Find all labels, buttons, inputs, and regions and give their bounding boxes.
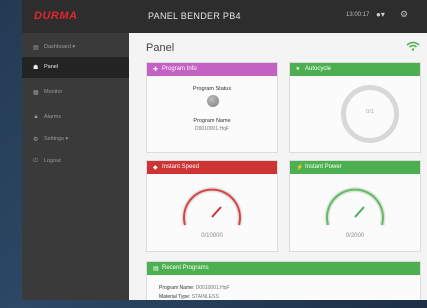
list-icon: ▤ <box>153 266 159 272</box>
instant-speed-card: ◆ Instant Speed 0/10000 <box>146 160 278 252</box>
sidebar-item-label: Monitor <box>44 89 63 95</box>
recent-programs-card: ▤ Recent Programs Program Name: D0010001… <box>146 261 421 300</box>
program-info-card: ✚ Program Info Program Status Program Na… <box>146 62 278 153</box>
sidebar-item-settings[interactable]: ⚙ Settings ▾ <box>22 129 129 150</box>
power-gauge <box>324 187 386 226</box>
instant-speed-value: 0/10000 <box>201 233 223 239</box>
card-title: Instant Speed <box>162 164 200 170</box>
sidebar: ▤ Dashboard ▾ ☗ Panel ▦ Monitor ▲ Alarms… <box>22 33 129 300</box>
user-menu-button[interactable]: ●▾ <box>376 10 385 19</box>
sidebar-item-label: Alarms <box>44 114 62 120</box>
recent-programs-header: ▤ Recent Programs <box>147 262 420 275</box>
wifi-icon <box>406 41 420 51</box>
gear-icon: ⚙ <box>33 137 39 143</box>
power-gauge-needle <box>354 206 365 218</box>
instant-power-header: ⚡ Instant Power <box>290 161 420 174</box>
sidebar-item-label: Logout <box>44 158 61 164</box>
speed-gauge-track <box>181 187 243 226</box>
autocycle-value: 0/1 <box>366 109 374 115</box>
autocycle-header: ● Autocycle <box>290 63 420 76</box>
sidebar-item-label: Panel <box>44 64 59 70</box>
circle-icon: ● <box>296 66 300 72</box>
autocycle-card: ● Autocycle 0/1 <box>289 62 421 153</box>
recent-name-label: Program Name: <box>159 285 195 291</box>
recent-material-value: STAINLESS <box>191 294 219 300</box>
speed-gauge <box>181 187 243 226</box>
info-icon: ✚ <box>153 67 159 73</box>
brand-logo: DURMA <box>34 10 78 22</box>
recent-name-value: D0010001.HqF <box>195 285 230 291</box>
dashboard-icon: ▤ <box>33 45 39 51</box>
recent-program-name: Program Name: D0010001.HqF <box>159 285 230 291</box>
speed-icon: ◆ <box>153 165 158 171</box>
sidebar-item-label: Dashboard ▾ <box>44 44 76 50</box>
program-name-label: Program Name <box>193 118 231 124</box>
sidebar-item-label: Settings ▾ <box>44 136 69 142</box>
warning-icon: ▲ <box>33 114 39 120</box>
bolt-icon: ⚡ <box>296 165 304 171</box>
card-title: Program Info <box>162 66 197 72</box>
main-content: Panel ✚ Program Info Program Status Prog… <box>129 33 427 300</box>
gear-icon[interactable]: ⚙ <box>400 9 408 20</box>
hmi-screen: DURMA PANEL BENDER PB4 13:00:17 ●▾ ⚙ ▤ D… <box>22 0 427 300</box>
instant-power-value: 0/2000 <box>345 233 365 239</box>
sidebar-item-dashboard[interactable]: ▤ Dashboard ▾ <box>22 37 129 58</box>
program-status-indicator <box>207 95 219 107</box>
chevron-down-icon: ▾ <box>380 10 385 19</box>
power-gauge-track <box>324 187 386 226</box>
home-icon: ☗ <box>33 65 39 71</box>
top-bar: DURMA PANEL BENDER PB4 13:00:17 ●▾ ⚙ <box>22 0 427 33</box>
program-info-header: ✚ Program Info <box>147 63 277 76</box>
sidebar-item-logout[interactable]: ⏻ Logout <box>22 151 129 172</box>
page-title: Panel <box>146 42 175 54</box>
recent-material-type: Material Type: STAINLESS <box>159 294 219 300</box>
program-name-value: D0010001.HqF <box>195 126 229 132</box>
recent-material-label: Material Type: <box>159 294 191 300</box>
speed-gauge-needle <box>211 206 222 218</box>
sidebar-item-monitor[interactable]: ▦ Monitor <box>22 82 129 103</box>
program-status-label: Program Status <box>192 86 232 92</box>
clock-readout: 13:00:17 <box>346 12 370 18</box>
card-title: Instant Power <box>305 164 342 170</box>
sidebar-item-alarms[interactable]: ▲ Alarms <box>22 107 129 128</box>
app-title: PANEL BENDER PB4 <box>148 11 241 21</box>
instant-power-card: ⚡ Instant Power 0/2000 <box>289 160 421 252</box>
card-title: Recent Programs <box>162 265 209 271</box>
instant-speed-header: ◆ Instant Speed <box>147 161 277 174</box>
sidebar-item-panel[interactable]: ☗ Panel <box>22 57 129 78</box>
monitor-icon: ▦ <box>33 90 39 96</box>
power-icon: ⏻ <box>33 158 38 164</box>
card-title: Autocycle <box>305 66 332 72</box>
